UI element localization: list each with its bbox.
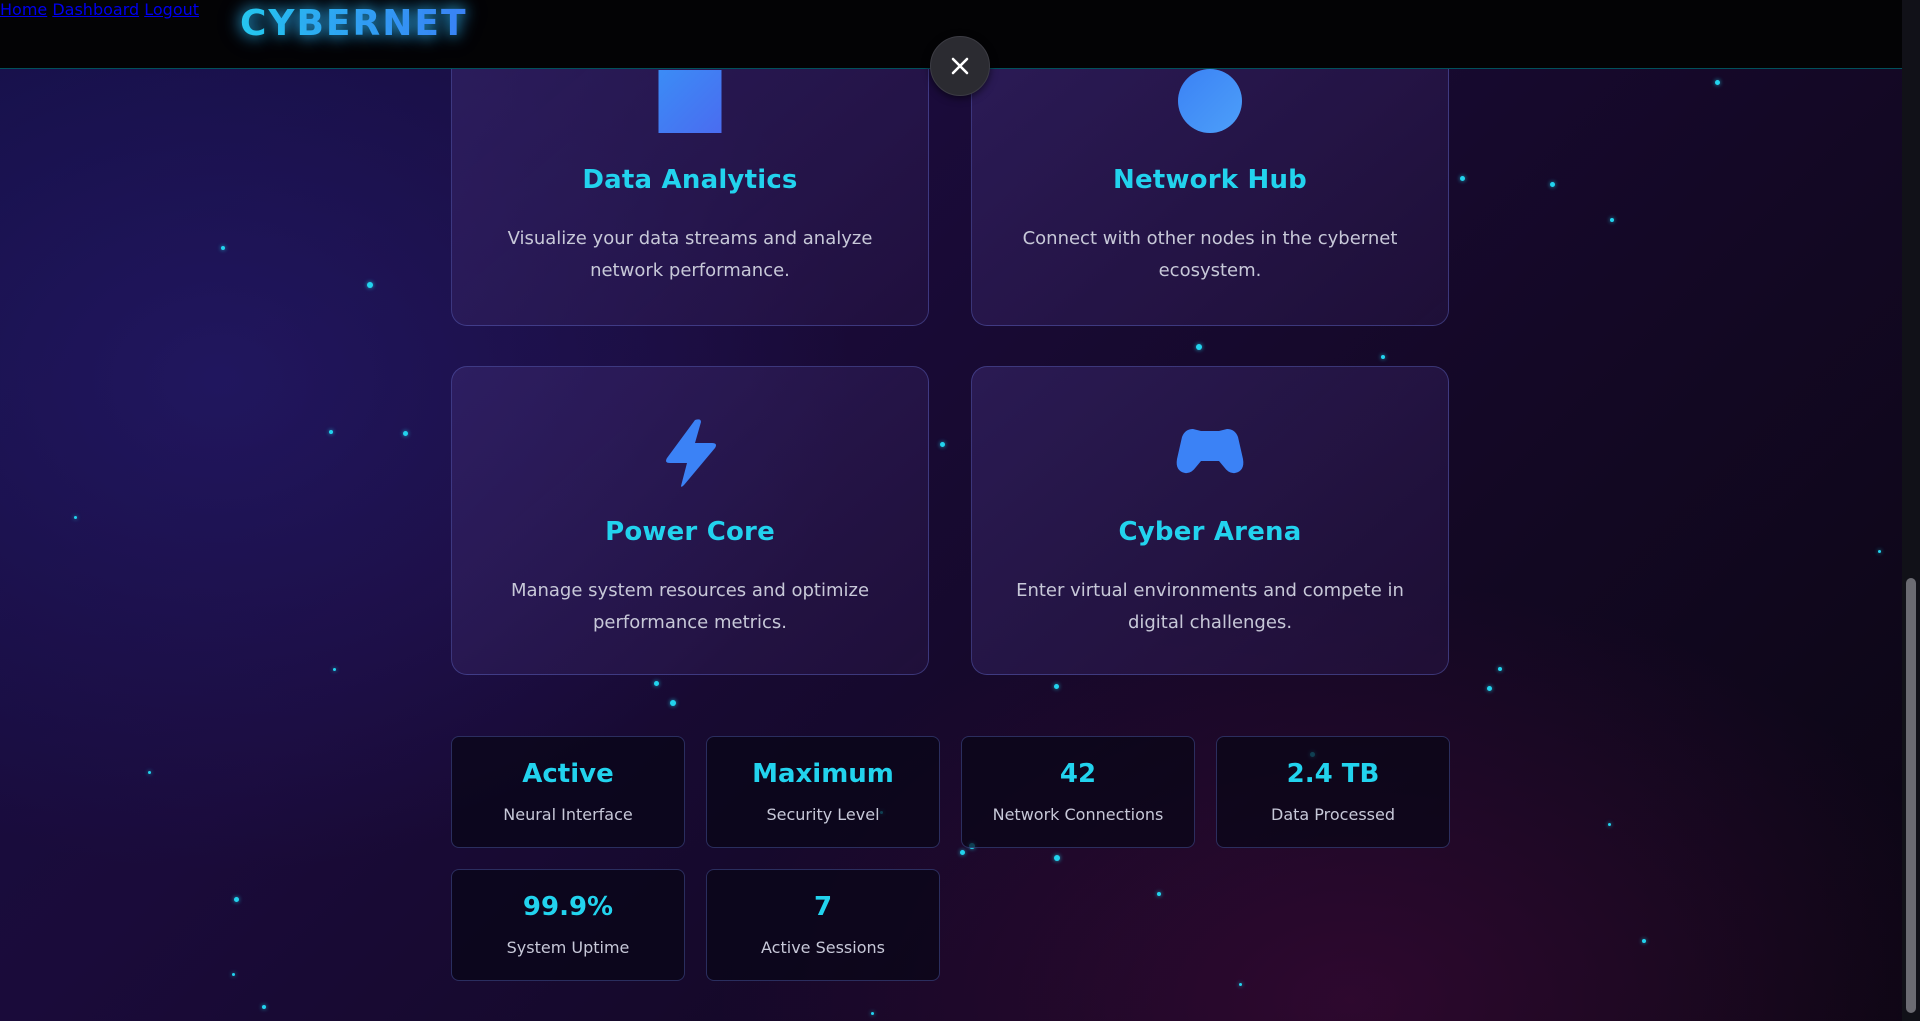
lightning-icon: [666, 419, 716, 487]
stat-active-sessions: 7 Active Sessions: [706, 869, 940, 981]
stat-label: System Uptime: [506, 938, 630, 957]
particle: [1608, 823, 1611, 826]
scrollbar-thumb[interactable]: [1906, 578, 1916, 1013]
feature-title: Cyber Arena: [1118, 517, 1302, 547]
particle: [1157, 892, 1161, 896]
particle: [1498, 667, 1502, 671]
gamepad-icon: [1176, 429, 1244, 474]
particle: [333, 668, 336, 671]
circle-icon: [1178, 69, 1242, 133]
stat-label: Security Level: [766, 805, 880, 824]
particle: [1460, 176, 1465, 181]
stat-label: Active Sessions: [761, 938, 885, 957]
feature-card-data-analytics[interactable]: Data Analytics Visualize your data strea…: [451, 40, 929, 326]
page-scrollbar[interactable]: [1902, 0, 1920, 1021]
logo[interactable]: CYBERNET: [240, 2, 468, 46]
particle: [221, 246, 225, 250]
particle: [234, 897, 239, 902]
feature-description: Visualize your data streams and analyze …: [507, 228, 873, 281]
particle: [1642, 939, 1646, 943]
stat-system-uptime: 99.9% System Uptime: [451, 869, 685, 981]
particle: [329, 430, 333, 434]
particle: [1610, 218, 1614, 222]
stat-network-connections: 42 Network Connections: [961, 736, 1195, 848]
feature-title: Data Analytics: [582, 165, 798, 195]
stat-value: 42: [1059, 759, 1097, 789]
close-icon: [951, 57, 969, 75]
square-icon: [658, 70, 722, 133]
stat-value: Maximum: [752, 759, 894, 789]
nav-home-link[interactable]: Home: [0, 0, 47, 19]
stat-label: Neural Interface: [503, 805, 633, 824]
feature-title: Power Core: [605, 517, 775, 547]
stat-neural-interface: Active Neural Interface: [451, 736, 685, 848]
feature-card-network-hub[interactable]: Network Hub Connect with other nodes in …: [971, 40, 1449, 326]
particle: [940, 442, 945, 447]
feature-title: Network Hub: [1113, 165, 1307, 195]
feature-description: Enter virtual environments and compete i…: [1016, 580, 1404, 633]
particle: [1239, 983, 1242, 986]
particle: [1196, 344, 1202, 350]
particle: [74, 516, 77, 519]
particle: [148, 771, 151, 774]
feature-description: Manage system resources and optimize per…: [510, 580, 870, 633]
particle: [1487, 686, 1492, 691]
stat-security-level: Maximum Security Level: [706, 736, 940, 848]
particle: [232, 973, 235, 976]
particle: [1054, 684, 1059, 689]
feature-card-cyber-arena[interactable]: Cyber Arena Enter virtual environments a…: [971, 366, 1449, 675]
stat-data-processed: 2.4 TB Data Processed: [1216, 736, 1450, 848]
particle: [670, 700, 676, 706]
feature-card-power-core[interactable]: Power Core Manage system resources and o…: [451, 366, 929, 675]
particle: [1878, 550, 1881, 553]
nav-dashboard-link[interactable]: Dashboard: [52, 0, 139, 19]
stat-value: 99.9%: [522, 892, 614, 922]
stat-label: Data Processed: [1271, 805, 1395, 824]
nav-logout-link[interactable]: Logout: [144, 0, 199, 19]
particle: [960, 850, 965, 855]
particle: [262, 1005, 266, 1009]
particle: [1054, 855, 1060, 861]
particle: [871, 1012, 874, 1015]
particle: [1381, 355, 1385, 359]
particle: [367, 282, 373, 288]
stat-value: 2.4 TB: [1286, 759, 1380, 789]
particle: [1550, 182, 1555, 187]
particle: [403, 431, 408, 436]
feature-description: Connect with other nodes in the cybernet…: [1022, 228, 1398, 281]
stat-value: Active: [522, 759, 614, 789]
particle: [654, 681, 659, 686]
stat-value: 7: [813, 892, 833, 922]
stat-label: Network Connections: [992, 805, 1164, 824]
particle: [1715, 80, 1720, 85]
close-button[interactable]: [930, 36, 990, 96]
